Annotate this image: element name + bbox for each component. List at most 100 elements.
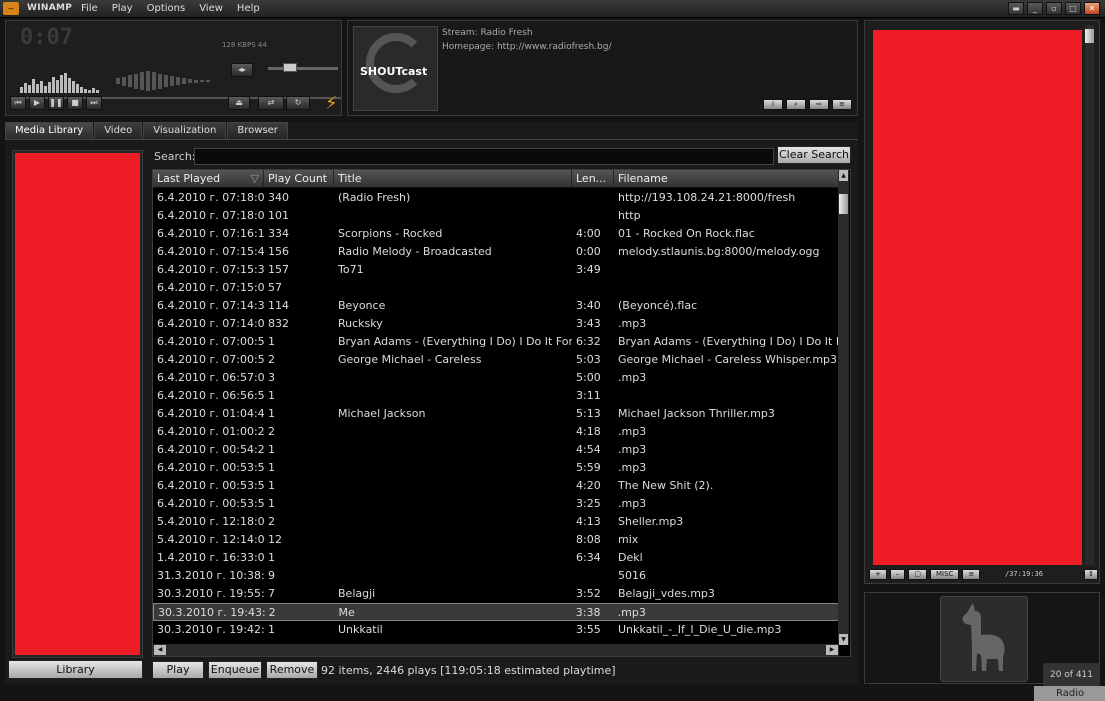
cell-length: 4:18 xyxy=(576,425,601,438)
cell-last-played: 6.4.2010 г. 07:14:0... xyxy=(157,317,264,330)
table-row[interactable]: 30.3.2010 г. 19:55:... 7 Belagji 3:52 Belagj… xyxy=(153,585,839,603)
time-display[interactable]: 0:07 xyxy=(20,25,73,50)
table-row[interactable]: 5.4.2010 г. 12:14:0... 12 8:08 mix xyxy=(153,531,839,549)
clear-search-button[interactable]: Clear Search xyxy=(777,146,851,164)
shuffle-icon[interactable]: ⇄ xyxy=(258,96,284,110)
cell-last-played: 5.4.2010 г. 12:18:0... xyxy=(157,515,264,528)
misc-button[interactable]: MISC xyxy=(930,569,960,580)
tab-visualization[interactable]: Visualization xyxy=(143,122,227,139)
volume-slider[interactable] xyxy=(268,67,338,70)
shoutcast-buttons: i ⌕ ⇨ ≡ xyxy=(763,99,852,110)
tab-browser[interactable]: Browser xyxy=(227,122,288,139)
table-vscrollbar[interactable]: ▲ ▼ xyxy=(838,170,849,645)
previous-icon[interactable]: ⏮ xyxy=(10,96,26,110)
minimize-icon[interactable]: _ xyxy=(1027,2,1043,15)
table-row[interactable]: 6.4.2010 г. 07:14:0... 832 Rucksky 3:43 .mp3 xyxy=(153,315,839,333)
menu-play[interactable]: Play xyxy=(112,3,133,14)
col-title[interactable]: Title xyxy=(334,170,572,188)
table-row[interactable]: 6.4.2010 г. 00:53:5... 1 4:20 The New Shit … xyxy=(153,477,839,495)
maximize-icon[interactable]: □ xyxy=(1065,2,1081,15)
cell-play-count: 340 xyxy=(268,191,289,204)
table-row[interactable]: 6.4.2010 г. 00:53:5... 1 5:59 .mp3 xyxy=(153,459,839,477)
cell-last-played: 6.4.2010 г. 07:18:0... xyxy=(157,209,264,222)
close-icon[interactable]: ✕ xyxy=(1084,2,1100,15)
shoutcast-logo: SHOUTcast xyxy=(353,26,438,111)
table-row[interactable]: 6.4.2010 г. 07:15:4... 156 Radio Melody - … xyxy=(153,243,839,261)
table-row[interactable]: 6.4.2010 г. 07:18:0... 340 (Radio Fresh) ht… xyxy=(153,189,839,207)
search-icon[interactable]: ⌕ xyxy=(786,99,806,110)
shade-icon[interactable]: ▬ xyxy=(1008,2,1024,15)
col-play-count[interactable]: Play Count xyxy=(264,170,334,188)
list-icon[interactable]: ≡ xyxy=(832,99,852,110)
redacted-tree-area xyxy=(15,153,140,655)
table-row[interactable]: 5.4.2010 г. 12:18:0... 2 4:13 Sheller.mp3 xyxy=(153,513,839,531)
cell-length: 3:38 xyxy=(575,606,601,619)
select-icon[interactable]: ▢ xyxy=(908,569,927,580)
remove-icon[interactable]: – xyxy=(889,569,906,580)
add-icon[interactable]: + xyxy=(869,569,887,580)
cell-filename: .mp3 xyxy=(618,317,647,330)
cell-title: Beyonce xyxy=(338,299,386,312)
volume-knob[interactable] xyxy=(283,63,297,72)
table-row[interactable]: 6.4.2010 г. 07:00:5... 2 George Michael - … xyxy=(153,351,839,369)
menu-options[interactable]: Options xyxy=(147,3,186,14)
cell-length: 6:34 xyxy=(576,551,601,564)
menu-view[interactable]: View xyxy=(199,3,223,14)
table-row[interactable]: 31.3.2010 г. 10:38:... 9 5016 xyxy=(153,567,839,585)
table-row[interactable]: 6.4.2010 г. 01:04:4... 1 Michael Jackson 5:… xyxy=(153,405,839,423)
menu-help[interactable]: Help xyxy=(237,3,260,14)
tab-media-library[interactable]: Media Library xyxy=(5,122,94,139)
cell-play-count: 156 xyxy=(268,245,289,258)
enqueue-button[interactable]: Enqueue xyxy=(208,661,262,679)
restore-icon[interactable]: ▫ xyxy=(1046,2,1062,15)
eject-icon[interactable]: ⏏ xyxy=(228,96,250,110)
play-button[interactable]: Play xyxy=(152,661,204,679)
remove-button[interactable]: Remove xyxy=(266,661,318,679)
balance-icon[interactable]: ◂▸ xyxy=(231,63,253,77)
next-icon[interactable]: ⏭ xyxy=(86,96,102,110)
col-last-played[interactable]: Last Played ▽ xyxy=(153,170,264,188)
cell-title xyxy=(334,531,572,549)
tab-video[interactable]: Video xyxy=(94,122,143,139)
library-button[interactable]: Library xyxy=(8,660,143,679)
table-hscrollbar[interactable]: ◀ ▶ xyxy=(153,644,839,656)
table-row[interactable]: 30.3.2010 г. 19:42:... 1 Unkkatil 3:55 Unkka… xyxy=(153,621,839,639)
table-row[interactable]: 6.4.2010 г. 07:14:3... 114 Beyonce 3:40 (Bey… xyxy=(153,297,839,315)
cell-title: (Radio Fresh) xyxy=(338,191,411,204)
table-row[interactable]: 6.4.2010 г. 07:18:0... 101 http xyxy=(153,207,839,225)
library-tree[interactable] xyxy=(12,150,143,658)
lightning-icon[interactable]: ⚡ xyxy=(325,93,338,114)
playlist-scroll-icon[interactable]: ⇕ xyxy=(1084,569,1098,580)
table-row[interactable]: 6.4.2010 г. 07:15:3... 157 To71 3:49 xyxy=(153,261,839,279)
table-row[interactable]: 6.4.2010 г. 06:57:0... 3 5:00 .mp3 xyxy=(153,369,839,387)
cell-play-count: 1 xyxy=(268,497,275,510)
stream-homepage[interactable]: Homepage: http://www.radiofresh.bg/ xyxy=(442,40,612,54)
playlist-scrollbar[interactable] xyxy=(1085,25,1094,565)
pause-icon[interactable]: ❚❚ xyxy=(48,96,64,110)
table-row[interactable]: 6.4.2010 г. 07:00:5... 1 Bryan Adams - (Ev… xyxy=(153,333,839,351)
table-row[interactable]: 1.4.2010 г. 16:33:0... 1 6:34 Dekl xyxy=(153,549,839,567)
table-row[interactable]: 6.4.2010 г. 01:00:2... 2 4:18 .mp3 xyxy=(153,423,839,441)
table-row[interactable]: 6.4.2010 г. 07:16:1... 334 Scorpions - Roc… xyxy=(153,225,839,243)
cell-last-played: 6.4.2010 г. 06:56:5... xyxy=(157,389,264,402)
menu-file[interactable]: File xyxy=(81,3,98,14)
col-length[interactable]: Len... xyxy=(572,170,614,188)
cell-play-count: 9 xyxy=(268,569,275,582)
table-row[interactable]: 30.3.2010 г. 19:43:... 2 Me 3:38 .mp3 xyxy=(153,603,839,621)
play-icon[interactable]: ▶ xyxy=(29,96,45,110)
list-options-icon[interactable]: ≡ xyxy=(962,569,981,580)
cell-length xyxy=(572,207,614,225)
table-row[interactable]: 6.4.2010 г. 00:53:5... 1 3:25 .mp3 xyxy=(153,495,839,513)
info-icon[interactable]: i xyxy=(763,99,783,110)
taskbar-ghost[interactable]: Radio xyxy=(1034,686,1105,701)
search-input[interactable] xyxy=(194,148,774,165)
table-row[interactable]: 6.4.2010 г. 07:15:0... 57 xyxy=(153,279,839,297)
table-row[interactable]: 6.4.2010 г. 00:54:2... 1 4:54 .mp3 xyxy=(153,441,839,459)
stop-icon[interactable]: ■ xyxy=(67,96,83,110)
col-filename[interactable]: Filename xyxy=(614,170,839,188)
stream-name: Stream: Radio Fresh xyxy=(442,28,533,38)
spectrum-analyzer[interactable] xyxy=(20,69,115,93)
table-row[interactable]: 6.4.2010 г. 06:56:5... 1 3:11 xyxy=(153,387,839,405)
repeat-icon[interactable]: ↻ xyxy=(286,96,310,110)
forward-icon[interactable]: ⇨ xyxy=(809,99,829,110)
